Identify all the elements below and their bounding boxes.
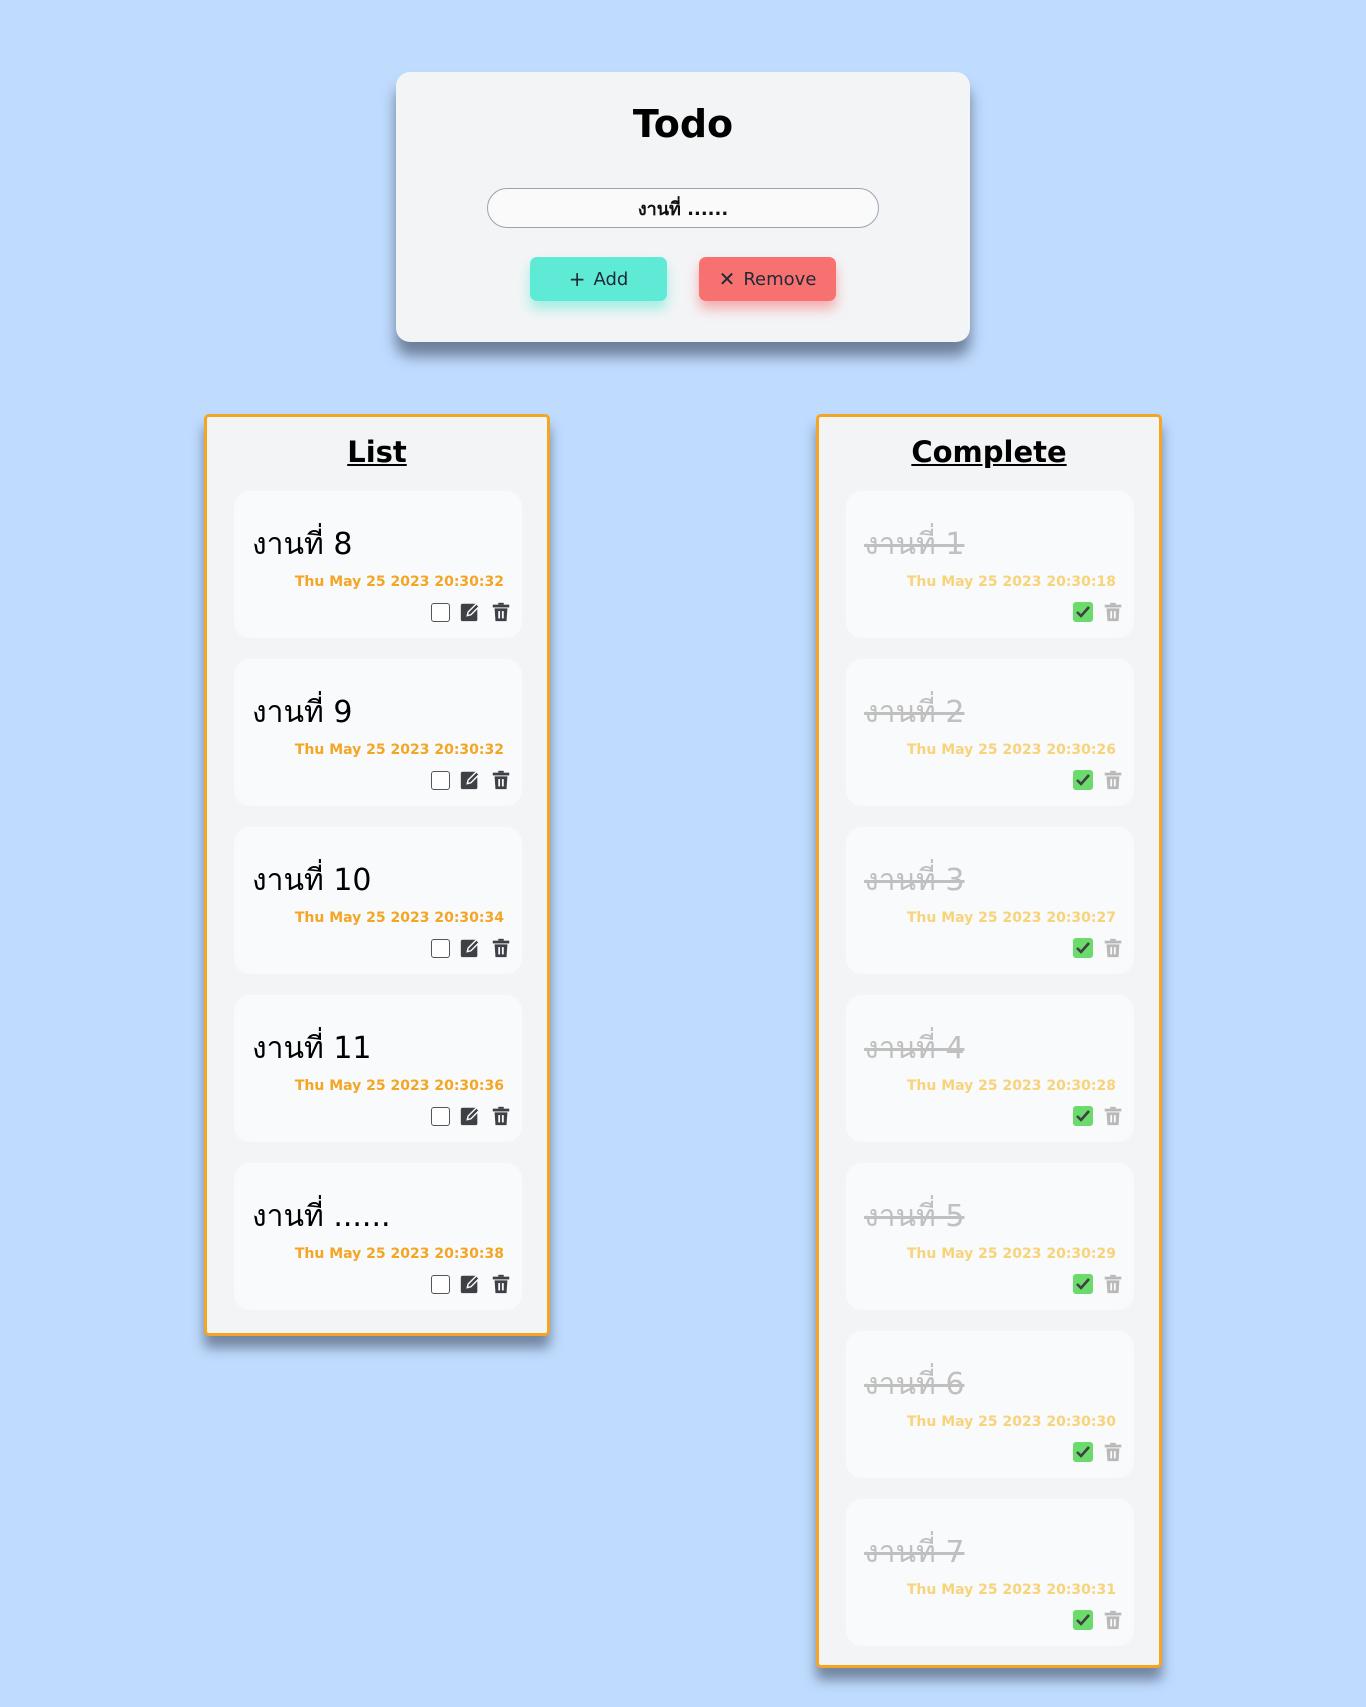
checkmark-icon[interactable]: [1073, 938, 1093, 958]
item-actions: [431, 1105, 512, 1127]
trash-icon[interactable]: [490, 1105, 512, 1127]
item-actions: [431, 937, 512, 959]
item-name: งานที่ 6: [864, 1367, 965, 1402]
item-actions: [1073, 769, 1124, 791]
list-item: งานที่ 4 Thu May 25 2023 20:30:28: [846, 995, 1134, 1142]
list-item: งานที่ 7 Thu May 25 2023 20:30:31: [846, 1499, 1134, 1646]
checkmark-icon[interactable]: [1073, 602, 1093, 622]
item-actions: [1073, 937, 1124, 959]
edit-icon[interactable]: [459, 601, 481, 623]
list-item: งานที่ 6 Thu May 25 2023 20:30:30: [846, 1331, 1134, 1478]
item-actions: [431, 601, 512, 623]
trash-icon[interactable]: [1102, 1609, 1124, 1631]
add-button[interactable]: + Add: [530, 257, 667, 301]
remove-button[interactable]: ✕ Remove: [699, 257, 836, 301]
item-date: Thu May 25 2023 20:30:18: [906, 574, 1116, 590]
checkmark-icon[interactable]: [1073, 770, 1093, 790]
trash-icon[interactable]: [490, 601, 512, 623]
list-item: งานที่ 8 Thu May 25 2023 20:30:32: [234, 491, 522, 638]
complete-checkbox[interactable]: [431, 1106, 450, 1126]
item-date: Thu May 25 2023 20:30:32: [294, 574, 504, 590]
add-button-label: Add: [593, 268, 629, 290]
trash-icon[interactable]: [490, 1273, 512, 1295]
item-date: Thu May 25 2023 20:30:27: [906, 910, 1116, 926]
trash-icon[interactable]: [1102, 1105, 1124, 1127]
item-name: งานที่ 1: [864, 527, 965, 562]
page-title: Todo: [632, 102, 734, 146]
complete-checkbox[interactable]: [431, 938, 450, 958]
item-name: งานที่ ......: [252, 1199, 391, 1234]
trash-icon[interactable]: [1102, 937, 1124, 959]
trash-icon[interactable]: [1102, 1441, 1124, 1463]
trash-icon[interactable]: [490, 937, 512, 959]
checkmark-icon[interactable]: [1073, 1106, 1093, 1126]
edit-icon[interactable]: [459, 1105, 481, 1127]
list-panel: List งานที่ 8 Thu May 25 2023 20:30:32 งาน…: [204, 414, 550, 1336]
list-heading: List: [347, 435, 407, 469]
complete-checkbox[interactable]: [431, 770, 450, 790]
trash-icon[interactable]: [1102, 601, 1124, 623]
item-name: งานที่ 2: [864, 695, 965, 730]
todo-input[interactable]: [487, 188, 879, 228]
item-name: งานที่ 9: [252, 695, 353, 730]
item-actions: [1073, 1105, 1124, 1127]
item-date: Thu May 25 2023 20:30:30: [906, 1414, 1116, 1430]
list-item: งานที่ 10 Thu May 25 2023 20:30:34: [234, 827, 522, 974]
item-actions: [431, 1273, 512, 1295]
item-date: Thu May 25 2023 20:30:29: [906, 1246, 1116, 1262]
list-item: งานที่ 11 Thu May 25 2023 20:30:36: [234, 995, 522, 1142]
list-item: งานที่ 9 Thu May 25 2023 20:30:32: [234, 659, 522, 806]
item-date: Thu May 25 2023 20:30:31: [906, 1582, 1116, 1598]
remove-button-label: Remove: [743, 268, 817, 290]
edit-icon[interactable]: [459, 937, 481, 959]
edit-icon[interactable]: [459, 1273, 481, 1295]
item-date: Thu May 25 2023 20:30:28: [906, 1078, 1116, 1094]
item-name: งานที่ 5: [864, 1199, 965, 1234]
item-date: Thu May 25 2023 20:30:32: [294, 742, 504, 758]
item-name: งานที่ 3: [864, 863, 965, 898]
list-item: งานที่ 3 Thu May 25 2023 20:30:27: [846, 827, 1134, 974]
item-date: Thu May 25 2023 20:30:34: [294, 910, 504, 926]
item-name: งานที่ 11: [252, 1031, 372, 1066]
trash-icon[interactable]: [490, 769, 512, 791]
edit-icon[interactable]: [459, 769, 481, 791]
item-actions: [1073, 1609, 1124, 1631]
checkmark-icon[interactable]: [1073, 1274, 1093, 1294]
plus-icon: +: [568, 267, 586, 291]
item-name: งานที่ 7: [864, 1535, 965, 1570]
trash-icon[interactable]: [1102, 769, 1124, 791]
checkmark-icon[interactable]: [1073, 1610, 1093, 1630]
item-date: Thu May 25 2023 20:30:26: [906, 742, 1116, 758]
list-item: งานที่ ...... Thu May 25 2023 20:30:38: [234, 1163, 522, 1310]
item-actions: [1073, 1273, 1124, 1295]
item-actions: [1073, 1441, 1124, 1463]
checkmark-icon[interactable]: [1073, 1442, 1093, 1462]
trash-icon[interactable]: [1102, 1273, 1124, 1295]
complete-heading: Complete: [911, 435, 1067, 469]
close-icon: ✕: [718, 267, 736, 291]
complete-checkbox[interactable]: [431, 602, 450, 622]
item-name: งานที่ 4: [864, 1031, 965, 1066]
item-date: Thu May 25 2023 20:30:36: [294, 1078, 504, 1094]
list-item: งานที่ 1 Thu May 25 2023 20:30:18: [846, 491, 1134, 638]
complete-checkbox[interactable]: [431, 1274, 450, 1294]
list-item: งานที่ 5 Thu May 25 2023 20:30:29: [846, 1163, 1134, 1310]
item-name: งานที่ 10: [252, 863, 372, 898]
list-item: งานที่ 2 Thu May 25 2023 20:30:26: [846, 659, 1134, 806]
item-name: งานที่ 8: [252, 527, 353, 562]
item-date: Thu May 25 2023 20:30:38: [294, 1246, 504, 1262]
item-actions: [431, 769, 512, 791]
item-actions: [1073, 601, 1124, 623]
todo-card: Todo + Add ✕ Remove: [396, 72, 970, 342]
complete-panel: Complete งานที่ 1 Thu May 25 2023 20:30:1…: [816, 414, 1162, 1668]
